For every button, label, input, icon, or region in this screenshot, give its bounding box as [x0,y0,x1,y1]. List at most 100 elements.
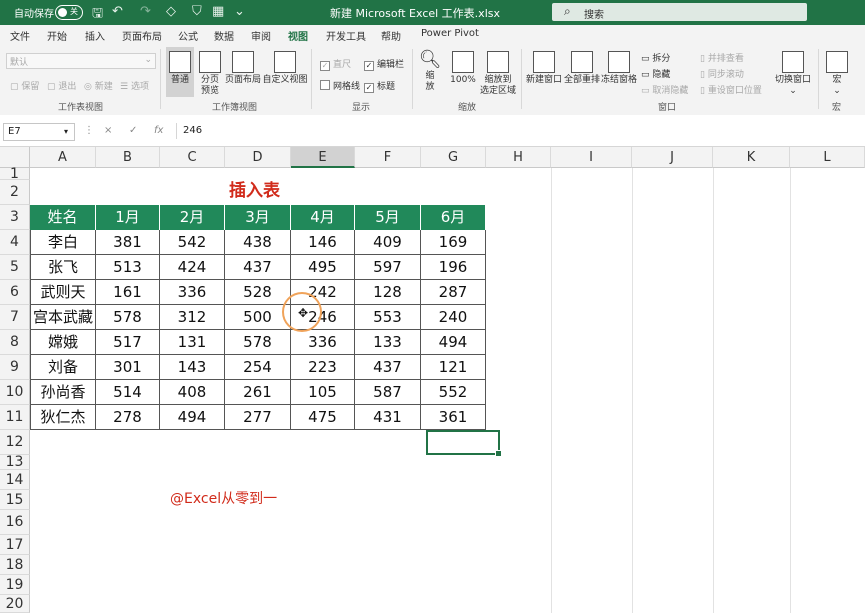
value-cell[interactable]: 409 [355,230,421,255]
sheet-view-keep[interactable]: ▢ 保留 [10,79,39,92]
hide-button[interactable]: ▭ 隐藏 [641,67,670,80]
value-cell[interactable]: 146 [291,230,355,255]
table-header-cell[interactable]: 姓名 [30,205,96,230]
value-cell[interactable]: 277 [225,405,291,430]
value-cell[interactable]: 131 [160,330,225,355]
name-cell[interactable]: 刘备 [30,355,96,380]
row-header-8[interactable]: 8 [0,330,30,355]
freeze-panes-button[interactable]: 冻结窗格 [601,51,637,86]
value-cell[interactable]: 301 [96,355,160,380]
row-header-6[interactable]: 6 [0,280,30,305]
value-cell[interactable]: 336 [291,330,355,355]
tab-power-pivot[interactable]: Power Pivot [421,28,479,39]
table-header-cell[interactable]: 4月 [291,205,355,230]
insert-function-icon[interactable]: fx [154,125,163,136]
row-header-5[interactable]: 5 [0,255,30,280]
headings-checkbox[interactable]: ✓ 标题 [364,79,395,93]
cell-style-icon[interactable]: ▦ [212,4,224,19]
value-cell[interactable]: 494 [160,405,225,430]
row-header-18[interactable]: 18 [0,555,30,575]
value-cell[interactable]: 287 [421,280,486,305]
table-header-cell[interactable]: 3月 [225,205,291,230]
row-header-9[interactable]: 9 [0,355,30,380]
table-header-cell[interactable]: 6月 [421,205,486,230]
column-header-c[interactable]: C [160,147,225,168]
value-cell[interactable]: 261 [225,380,291,405]
row-header-7[interactable]: 7 [0,305,30,330]
value-cell[interactable]: 513 [96,255,160,280]
tab-review[interactable]: 审阅 [251,28,271,43]
value-cell[interactable]: 597 [355,255,421,280]
name-cell[interactable]: 孙尚香 [30,380,96,405]
column-header-e[interactable]: E [291,147,355,168]
value-cell[interactable]: 105 [291,380,355,405]
value-cell[interactable]: 196 [421,255,486,280]
table-header-cell[interactable]: 2月 [160,205,225,230]
table-header-cell[interactable]: 5月 [355,205,421,230]
search-box[interactable]: ⌕ 搜索 [552,3,807,21]
column-header-h[interactable]: H [486,147,551,168]
undo-icon[interactable]: ↶ [112,4,123,19]
value-cell[interactable]: 278 [96,405,160,430]
name-cell[interactable]: 张飞 [30,255,96,280]
page-layout-button[interactable]: 页面布局 [224,51,262,86]
reset-window-position-button[interactable]: ▯ 重设窗口位置 [700,83,762,96]
name-cell[interactable]: 嫦娥 [30,330,96,355]
value-cell[interactable]: 143 [160,355,225,380]
row-header-10[interactable]: 10 [0,380,30,405]
value-cell[interactable]: 336 [160,280,225,305]
tab-insert[interactable]: 插入 [85,28,105,43]
row-header-19[interactable]: 19 [0,575,30,595]
row-header-1[interactable]: 1 [0,167,30,181]
value-cell[interactable]: 514 [96,380,160,405]
row-header-16[interactable]: 16 [0,510,30,535]
row-header-14[interactable]: 14 [0,470,30,490]
value-cell[interactable]: 424 [160,255,225,280]
page-break-preview-button[interactable]: 分页 预览 [197,51,223,97]
value-cell[interactable]: 431 [355,405,421,430]
redo-icon[interactable]: ↷ [140,4,151,19]
ruler-checkbox[interactable]: ✓ 直尺 [320,57,351,71]
value-cell[interactable]: 240 [421,305,486,330]
tab-data[interactable]: 数据 [214,28,234,43]
switch-windows-button[interactable]: 切换窗口 ⌄ [774,51,812,97]
tab-formulas[interactable]: 公式 [178,28,198,43]
gridlines-checkbox[interactable]: 网格线 [320,79,360,92]
value-cell[interactable]: 517 [96,330,160,355]
value-cell[interactable]: 128 [355,280,421,305]
qat-customize-icon[interactable]: ⌄ [234,4,245,19]
row-header-13[interactable]: 13 [0,455,30,470]
unhide-button[interactable]: ▭ 取消隐藏 [641,83,688,96]
value-cell[interactable]: 381 [96,230,160,255]
column-header-d[interactable]: D [225,147,291,168]
sheet-view-dropdown[interactable]: 默认 ⌄ [6,53,156,69]
zoom-button[interactable]: 🔍︎ 缩 放 [418,49,442,93]
name-cell[interactable]: 宫本武藏 [30,305,96,330]
name-cell[interactable]: 狄仁杰 [30,405,96,430]
zoom-100-button[interactable]: 100% [448,51,478,86]
value-cell[interactable]: 438 [225,230,291,255]
arrange-all-button[interactable]: 全部重排 [563,51,601,86]
value-cell[interactable]: 312 [160,305,225,330]
custom-views-button[interactable]: 自定义视图 [262,51,308,86]
name-box[interactable]: E7 ▾ [3,123,75,141]
column-header-i[interactable]: I [551,147,632,168]
shape-icon[interactable]: ◇ [166,4,176,19]
value-cell[interactable]: 494 [421,330,486,355]
value-cell[interactable]: 437 [355,355,421,380]
sheet-view-exit[interactable]: ▢ 退出 [47,79,76,92]
value-cell[interactable]: 133 [355,330,421,355]
tab-page-layout[interactable]: 页面布局 [122,28,162,43]
column-header-a[interactable]: A [30,147,96,168]
value-cell[interactable]: 475 [291,405,355,430]
value-cell[interactable]: 169 [421,230,486,255]
tab-file[interactable]: 文件 [10,28,30,43]
row-header-15[interactable]: 15 [0,490,30,510]
sync-scrolling-button[interactable]: ▯ 同步滚动 [700,67,744,80]
value-cell[interactable]: 495 [291,255,355,280]
sheet-view-new[interactable]: ◎ 新建 [84,79,113,92]
view-side-by-side-button[interactable]: ▯ 并排查看 [700,51,744,64]
value-cell[interactable]: 254 [225,355,291,380]
value-cell[interactable]: 542 [160,230,225,255]
cancel-icon[interactable]: × [104,125,112,136]
